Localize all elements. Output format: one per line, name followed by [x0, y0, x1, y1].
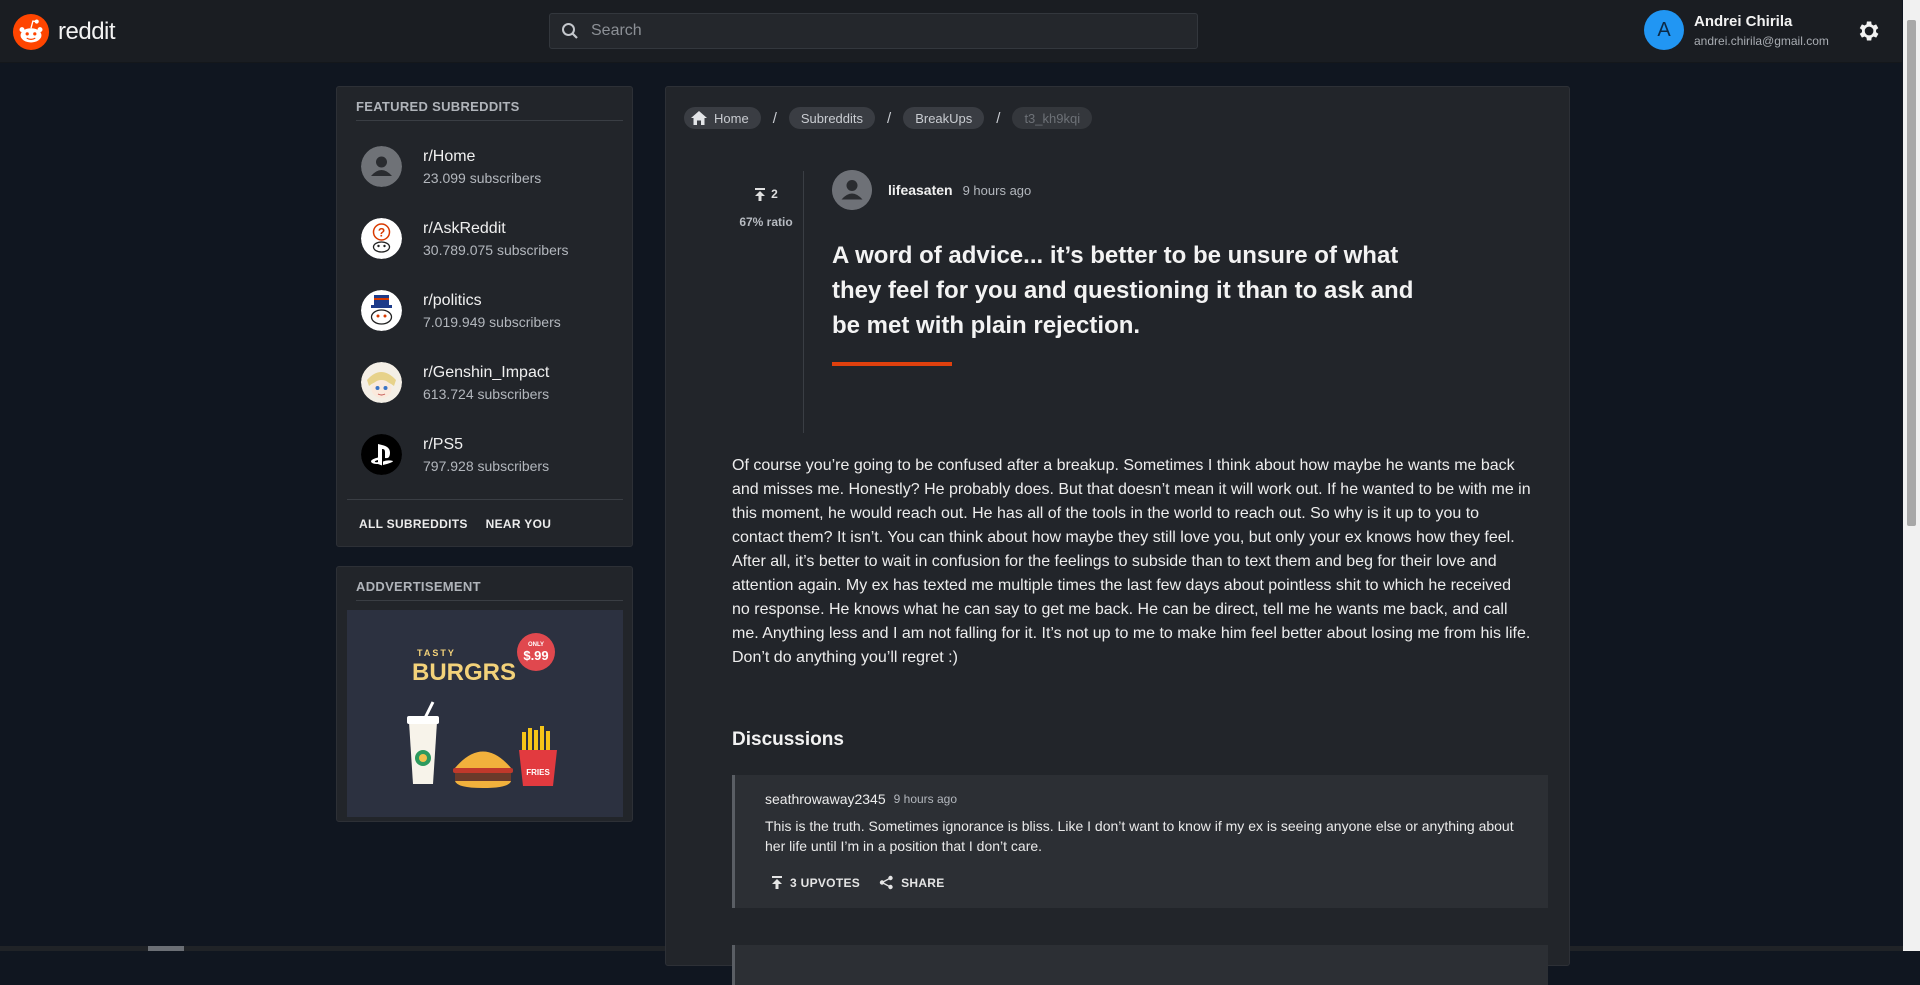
sidebar-item-ps5[interactable]: r/PS5 797.928 subscribers	[361, 434, 549, 475]
featured-links: ALL SUBREDDITS NEAR YOU	[359, 517, 551, 531]
user-profile[interactable]: A Andrei Chirila andrei.chirila@gmail.co…	[1644, 10, 1829, 50]
ad-brand: BURGRS	[412, 659, 516, 686]
default-avatar-icon	[361, 146, 402, 187]
share-icon	[879, 875, 893, 890]
ad-banner[interactable]: TASTY BURGRS ONLY $.99 FRIES	[347, 610, 623, 817]
breadcrumb-home[interactable]: Home	[684, 107, 761, 129]
title-accent-bar	[832, 362, 952, 366]
top-bar: reddit A Andrei Chirila andrei.chirila@g…	[0, 0, 1902, 63]
comment-author[interactable]: seathrowaway2345	[765, 791, 886, 807]
featured-subreddits-card: FEATURED SUBREDDITS r/Home 23.099 subscr…	[336, 86, 633, 547]
reddit-logo-icon	[12, 13, 50, 51]
comment	[732, 945, 1548, 985]
askreddit-icon: ?	[361, 218, 402, 259]
ad-fries-label: FRIES	[526, 768, 550, 777]
breadcrumb: Home / Subreddits / BreakUps / t3_kh9kqi	[684, 107, 1093, 129]
horizontal-scrollbar-thumb[interactable]	[148, 946, 184, 951]
vote-count: 2	[771, 187, 778, 201]
sidebar-item-askreddit[interactable]: ? r/AskReddit 30.789.075 subscribers	[361, 218, 569, 259]
upvote-button[interactable]: 2	[736, 187, 796, 201]
post-title: A word of advice... it’s better to be un…	[832, 242, 1414, 339]
post-author[interactable]: lifeasaten	[888, 182, 953, 198]
advertisement-title: ADDVERTISEMENT	[356, 579, 623, 601]
featured-title: FEATURED SUBREDDITS	[356, 99, 623, 121]
all-subreddits-link[interactable]: ALL SUBREDDITS	[359, 517, 468, 531]
subscriber-count: 613.724 subscribers	[423, 385, 550, 402]
post-card: Home / Subreddits / BreakUps / t3_kh9kqi…	[665, 86, 1570, 985]
near-you-link[interactable]: NEAR YOU	[486, 517, 552, 531]
vertical-scrollbar[interactable]	[1903, 0, 1920, 951]
upvote-icon	[755, 187, 766, 201]
comment: seathrowaway2345 9 hours ago This is the…	[732, 775, 1548, 908]
advertisement-card: ADDVERTISEMENT TASTY BURGRS ONLY $.99 FR…	[336, 566, 633, 822]
subscriber-count: 23.099 subscribers	[423, 169, 542, 186]
search-bar[interactable]	[549, 13, 1198, 49]
vote-panel: 2 67% ratio	[736, 187, 796, 229]
breadcrumb-separator: /	[887, 109, 892, 127]
subreddit-name: r/Genshin_Impact	[423, 363, 550, 381]
post-author-row: lifeasaten 9 hours ago	[832, 170, 1031, 210]
post-body: Of course you’re going to be confused af…	[732, 457, 1531, 666]
politics-icon	[361, 290, 402, 331]
subreddit-name: r/politics	[423, 291, 482, 309]
post-timestamp: 9 hours ago	[962, 182, 1032, 198]
subreddit-name: r/PS5	[423, 435, 464, 453]
comment-actions: 3 UPVOTES SHARE	[771, 875, 945, 890]
divider	[347, 499, 623, 500]
scrollbar-thumb[interactable]	[1907, 20, 1916, 526]
breadcrumb-separator: /	[996, 109, 1001, 127]
genshin-icon	[361, 362, 402, 403]
sidebar-item-home[interactable]: r/Home 23.099 subscribers	[361, 146, 541, 187]
breadcrumb-subreddits[interactable]: Subreddits	[788, 107, 876, 129]
user-email: andrei.chirila@gmail.com	[1694, 33, 1829, 48]
subreddit-name: r/AskReddit	[423, 219, 506, 237]
brand-name: reddit	[58, 18, 116, 45]
comment-upvote-button[interactable]: 3 UPVOTES	[771, 875, 860, 890]
vote-divider	[803, 171, 804, 433]
discussions-heading: Discussions	[732, 729, 844, 750]
ad-brand-small: TASTY	[417, 648, 456, 658]
breadcrumb-post-id: t3_kh9kqi	[1012, 107, 1093, 129]
subscriber-count: 30.789.075 subscribers	[423, 241, 569, 258]
upvote-icon	[772, 876, 782, 889]
upvote-ratio: 67% ratio	[739, 215, 793, 229]
author-avatar-icon[interactable]	[832, 170, 872, 210]
sidebar-item-politics[interactable]: r/politics 7.019.949 subscribers	[361, 290, 561, 331]
search-input[interactable]	[589, 21, 1197, 41]
search-icon	[562, 23, 578, 39]
subscriber-count: 797.928 subscribers	[423, 457, 550, 474]
gear-icon[interactable]	[1855, 18, 1881, 44]
breadcrumb-breakups[interactable]: BreakUps	[903, 107, 985, 129]
avatar[interactable]: A	[1644, 10, 1684, 50]
breadcrumb-label: Home	[714, 110, 749, 126]
user-info: Andrei Chirila andrei.chirila@gmail.com	[1694, 13, 1829, 48]
user-name: Andrei Chirila	[1694, 12, 1793, 30]
upvotes-label: 3 UPVOTES	[790, 875, 861, 890]
breadcrumb-separator: /	[772, 109, 777, 127]
svg-text:?: ?	[378, 226, 385, 240]
playstation-icon	[361, 434, 402, 475]
subreddit-name: r/Home	[423, 147, 476, 165]
reddit-logo[interactable]: reddit	[12, 13, 116, 51]
comment-body: This is the truth. Sometimes ignorance i…	[765, 818, 1514, 854]
subscriber-count: 7.019.949 subscribers	[423, 313, 561, 330]
ad-badge-price: $.99	[523, 648, 548, 663]
share-label: SHARE	[901, 875, 945, 890]
burger-ad-image: TASTY BURGRS ONLY $.99 FRIES	[407, 633, 557, 788]
comment-timestamp: 9 hours ago	[893, 792, 958, 806]
comment-header: seathrowaway2345 9 hours ago	[765, 791, 957, 807]
comment-share-button[interactable]: SHARE	[879, 875, 945, 890]
home-icon	[691, 111, 707, 125]
sidebar-item-genshin-impact[interactable]: r/Genshin_Impact 613.724 subscribers	[361, 362, 549, 403]
